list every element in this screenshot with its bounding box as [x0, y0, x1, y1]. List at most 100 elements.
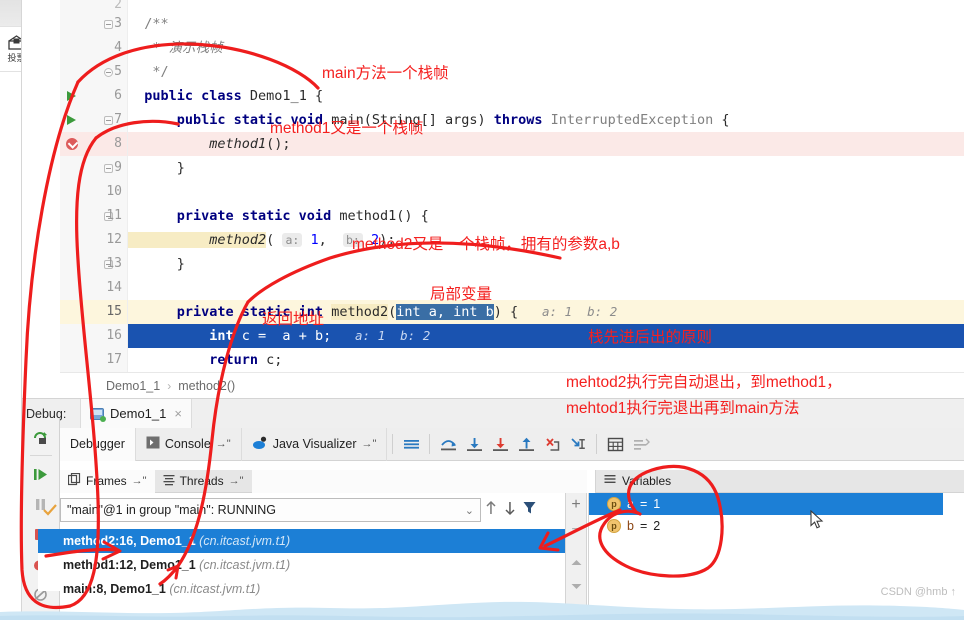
code-line-12: method2( a: 1, b: 2); [128, 232, 396, 248]
frame-class: Demo1_1 [140, 558, 200, 572]
watermark: CSDN @hmb ↑ [880, 586, 956, 598]
force-step-into-icon[interactable] [487, 431, 513, 457]
show-execution-point-icon[interactable] [398, 431, 424, 457]
pin-icon[interactable]: →" [216, 438, 231, 450]
line-number: 5 [114, 64, 122, 79]
gutter-row: 14 [60, 276, 127, 300]
variables-list[interactable]: p a = 1 p b = 2 [588, 493, 943, 620]
code-token: */ [128, 64, 169, 80]
pin-icon[interactable]: →" [132, 475, 147, 487]
frames-list[interactable]: method2:16, Demo1_1 (cn.itcast.jvm.t1) m… [38, 529, 565, 596]
gutter-row: 10 [60, 180, 127, 204]
frame-row[interactable]: method2:16, Demo1_1 (cn.itcast.jvm.t1) [38, 529, 565, 553]
code-line-6: public class Demo1_1 { [128, 88, 324, 104]
variable-row[interactable]: p a = 1 [589, 493, 943, 515]
debugger-subtoolbar: Debugger Console →" Java Visualizer →" [60, 427, 964, 461]
frame-row[interactable]: main:8, Demo1_1 (cn.itcast.jvm.t1) [38, 577, 565, 601]
variable-name: b [627, 519, 634, 533]
gutter-row: 5 [60, 60, 127, 84]
editor-gutter[interactable]: 2 3 4 5 6 7 8 9 10 11 12 13 14 15 16 17 [60, 0, 128, 372]
arrow-up-icon[interactable] [484, 500, 498, 521]
tab-java-visualizer[interactable]: Java Visualizer →" [242, 427, 388, 461]
gutter-row: 9 [60, 156, 127, 180]
code-line-13: } [128, 256, 185, 272]
gutter-row: 17 [60, 348, 127, 372]
gutter-row: 12 [60, 228, 127, 252]
run-class-icon[interactable] [64, 88, 80, 104]
layout-settings-icon[interactable] [628, 431, 654, 457]
filter-icon[interactable] [522, 500, 537, 521]
rerun-icon[interactable] [27, 423, 55, 451]
code-line-15: private static int method2(int a, int b)… [128, 300, 964, 324]
mouse-cursor [810, 509, 824, 530]
code-line-5: */ [128, 60, 964, 84]
breakpoint-icon[interactable] [64, 136, 80, 152]
frame-method: method1:12, [63, 558, 141, 572]
gutter-row: 3 [60, 12, 127, 36]
pin-icon[interactable]: →" [362, 438, 377, 450]
arrow-down-icon[interactable] [503, 500, 517, 521]
thread-status-check-icon [42, 502, 58, 518]
code-editor[interactable]: 2 3 4 5 6 7 8 9 10 11 12 13 14 15 16 17 … [60, 0, 964, 372]
tab-console[interactable]: Console →" [136, 427, 242, 461]
code-text-area[interactable]: /** * 演示栈帧 */ public class Demo1_1 { pub… [128, 0, 964, 372]
pin-icon[interactable]: →" [229, 475, 244, 487]
line-number: 11 [106, 208, 122, 223]
line-number: 9 [114, 160, 122, 175]
tab-threads[interactable]: Threads →" [155, 470, 252, 493]
step-out-icon[interactable] [513, 431, 539, 457]
breadcrumb-method[interactable]: method2() [178, 379, 235, 393]
line-number: 12 [106, 232, 122, 247]
tab-console-label: Console [164, 437, 211, 451]
variables-title: Variables [622, 474, 672, 488]
frame-class: Demo1_1 [110, 582, 170, 596]
resume-program-icon[interactable] [27, 460, 55, 488]
line-number: 14 [106, 280, 122, 295]
code-line-16: int c = a + b; a: 1 b: 2 [128, 324, 964, 348]
variable-row[interactable]: p b = 2 [589, 515, 943, 537]
tab-frames[interactable]: Frames →" [60, 469, 155, 493]
variables-side-buttons[interactable]: + − [565, 493, 587, 620]
frame-class: Demo1_1 [140, 534, 200, 548]
divider [596, 434, 598, 454]
code-line-8: method1(); [128, 132, 964, 156]
step-over-icon[interactable] [435, 431, 461, 457]
minus-icon[interactable]: − [571, 522, 580, 538]
step-into-icon[interactable] [461, 431, 487, 457]
evaluate-expression-icon[interactable] [602, 431, 628, 457]
chevron-down-icon[interactable]: ⌄ [465, 504, 474, 517]
scroll-up-icon[interactable] [570, 555, 583, 570]
gutter-row: 2 [114, 0, 122, 12]
gutter-row: 6 [60, 84, 127, 108]
breadcrumb-class[interactable]: Demo1_1 [106, 379, 160, 393]
gutter-row: @ 15 [60, 300, 127, 324]
code-line-7: public static void main(String[] args) t… [128, 112, 730, 128]
tab-debugger[interactable]: Debugger [60, 427, 136, 461]
gutter-row: 13 [60, 252, 127, 276]
frame-package: (cn.itcast.jvm.t1) [199, 558, 291, 572]
gutter-row: 11 [60, 204, 127, 228]
code-line-4: * 演示栈帧 [128, 36, 964, 60]
drop-frame-icon[interactable] [565, 431, 591, 457]
run-configuration-icon [90, 407, 106, 422]
run-method-icon[interactable] [64, 112, 80, 128]
breadcrumb[interactable]: Demo1_1 › method2() [60, 372, 964, 398]
close-icon[interactable]: × [174, 406, 182, 421]
line-number: 16 [106, 328, 122, 343]
line-number: 6 [114, 88, 122, 103]
java-visualizer-icon [252, 436, 268, 453]
run-to-cursor-icon[interactable] [539, 431, 565, 457]
variable-value: 1 [653, 497, 661, 511]
variables-icon [604, 474, 616, 489]
add-icon[interactable]: + [571, 497, 580, 513]
thread-selector[interactable]: "main"@1 in group "main": RUNNING ⌄ [60, 498, 481, 522]
debug-session-tab[interactable]: Demo1_1 × [80, 398, 192, 429]
scroll-down-icon[interactable] [570, 579, 583, 594]
code-token: /** [128, 16, 169, 32]
variable-value: 2 [653, 519, 661, 533]
thread-selector-value: "main"@1 in group "main": RUNNING [67, 503, 276, 517]
variables-header: Variables [595, 470, 964, 493]
frame-row[interactable]: method1:12, Demo1_1 (cn.itcast.jvm.t1) [38, 553, 565, 577]
